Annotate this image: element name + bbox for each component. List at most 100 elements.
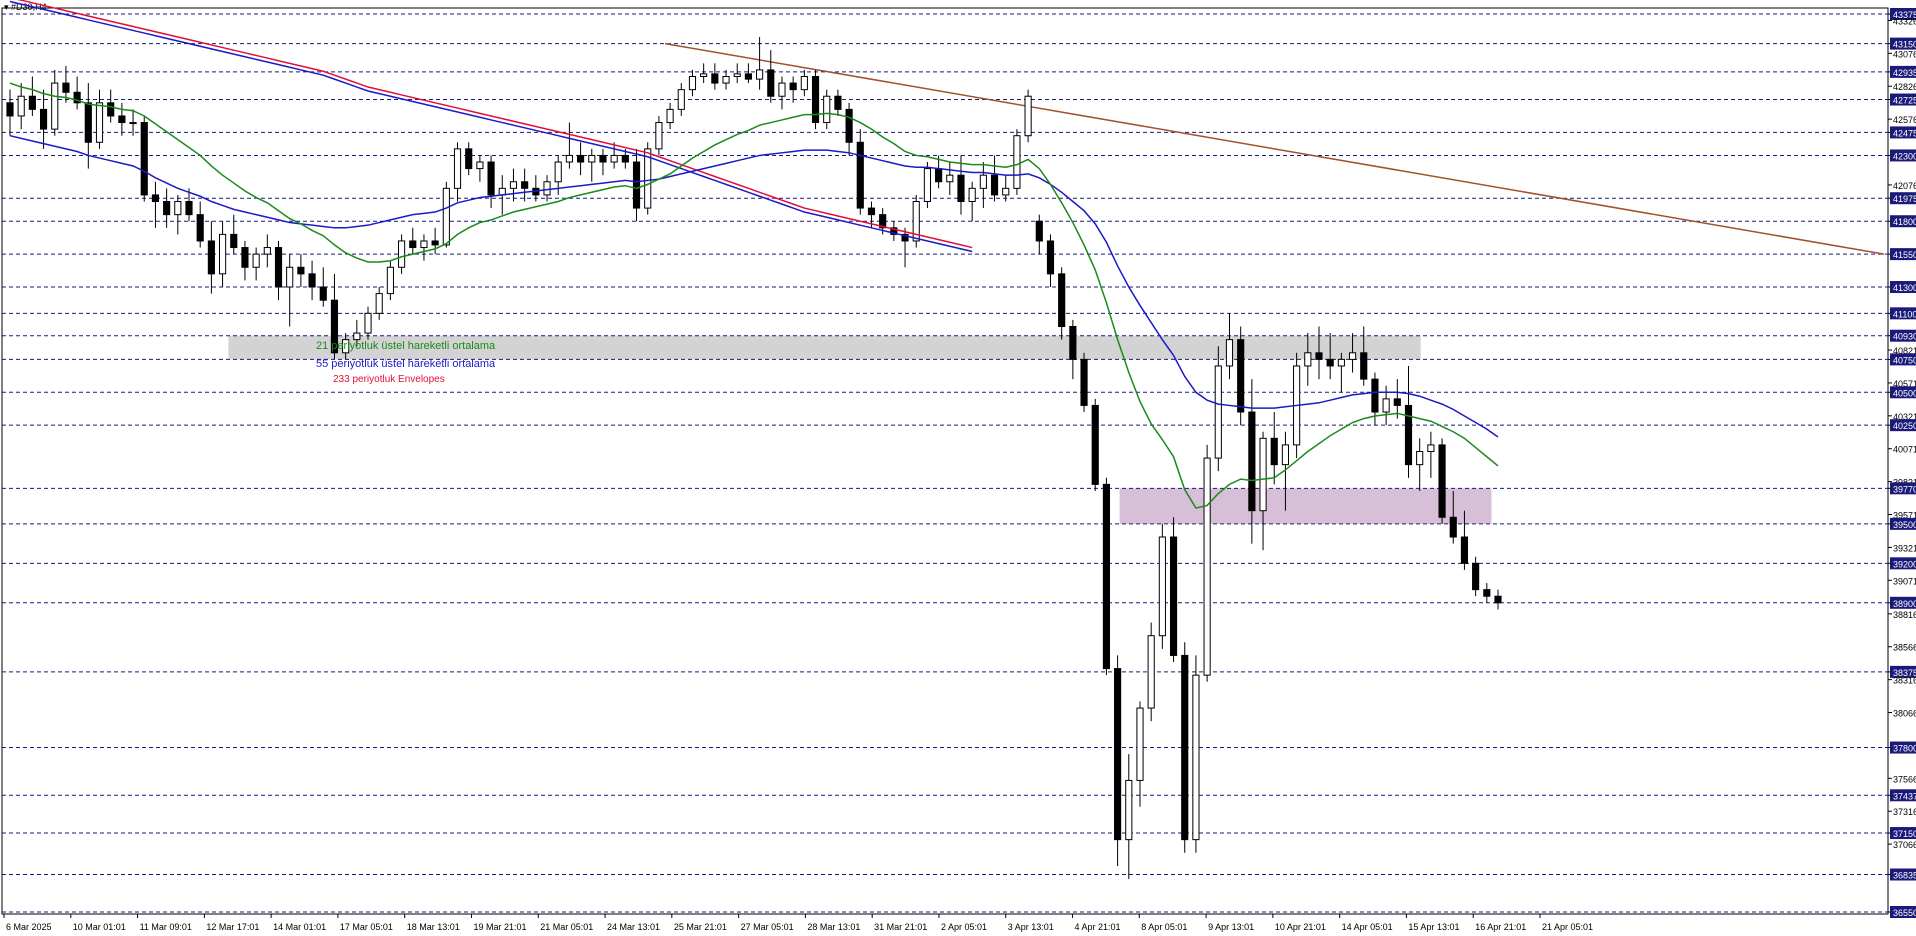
y-tick-label: 40750: [1893, 355, 1916, 365]
candle-bear: [1472, 562, 1480, 591]
candle-bull: [1013, 135, 1021, 189]
candle-bear: [1080, 358, 1088, 406]
candle-bear: [1449, 516, 1457, 538]
candle-bear: [789, 82, 797, 91]
candle-bull: [1147, 635, 1155, 709]
x-tick-label: 4 Apr 21:01: [1075, 922, 1121, 932]
candle-bear: [1058, 273, 1066, 327]
y-tick-label: 39500: [1893, 520, 1916, 530]
candle-bear: [1494, 595, 1502, 604]
x-tick-label: 10 Mar 01:01: [73, 922, 126, 932]
y-tick-label: 43150: [1893, 40, 1916, 50]
candle-bull: [1416, 450, 1424, 466]
candle-bull: [1002, 187, 1010, 196]
candle-bear: [465, 148, 473, 170]
x-tick-label: 6 Mar 2025: [6, 922, 52, 932]
x-tick-label: 27 Mar 05:01: [741, 922, 794, 932]
y-tick-label: 38566: [1893, 643, 1916, 653]
candle-bull: [1225, 339, 1234, 367]
candle-bull: [1382, 398, 1390, 413]
support-zone-pink: [1119, 488, 1492, 524]
x-tick-label: 8 Apr 05:01: [1141, 922, 1187, 932]
candle-bear: [1371, 378, 1379, 413]
y-tick-label: 40250: [1893, 421, 1916, 431]
y-tick-label: 39321: [1893, 543, 1916, 553]
candle-bull: [1158, 536, 1166, 637]
y-tick-label: 42935: [1893, 68, 1916, 78]
candle-bear: [431, 240, 439, 246]
x-tick-label: 16 Apr 21:01: [1475, 922, 1526, 932]
candle-bear: [62, 82, 70, 93]
candle-bear: [1315, 352, 1323, 360]
candle-bull: [174, 200, 182, 216]
candle-bull: [800, 75, 808, 91]
candle-bull: [252, 253, 260, 268]
y-tick-label: 36550: [1893, 908, 1916, 918]
candle-bear: [487, 161, 495, 196]
candle-bear: [599, 154, 607, 163]
y-tick-label: 37566: [1893, 774, 1916, 784]
candle-bear: [274, 247, 283, 288]
candle-bull: [286, 266, 294, 288]
candle-bull: [95, 102, 104, 143]
candle-bear: [811, 75, 820, 124]
y-tick-label: 41100: [1893, 309, 1916, 319]
y-tick-label: 38816: [1893, 610, 1916, 620]
candle-bull: [1348, 352, 1357, 360]
y-tick-label: 38066: [1893, 709, 1916, 719]
candle-bear: [577, 154, 585, 163]
candle-bear: [1181, 654, 1189, 841]
candle-bear: [151, 194, 160, 202]
candle-bear: [84, 102, 92, 143]
candle-bear: [230, 233, 238, 249]
candle-bull: [1192, 674, 1200, 841]
candle-bear: [521, 181, 529, 189]
candle-bull: [968, 187, 976, 202]
candle-bear: [185, 200, 193, 216]
candle-bear: [163, 200, 171, 216]
x-tick-label: 28 Mar 13:01: [807, 922, 860, 932]
candle-bear: [1102, 483, 1110, 670]
x-tick-label: 2 Apr 05:01: [941, 922, 987, 932]
candle-bear: [409, 240, 417, 249]
y-tick-label: 43326: [1893, 16, 1916, 26]
chart-canvas[interactable]: 4337543326431504307642935428264272542576…: [0, 0, 1916, 936]
candle-bull: [923, 168, 931, 202]
candle-bear: [140, 122, 148, 196]
candle-bull: [1337, 358, 1345, 367]
x-tick-label: 10 Apr 21:01: [1275, 922, 1326, 932]
candle-bull: [823, 95, 831, 124]
candle-bull: [420, 240, 428, 249]
candle-bear: [935, 168, 943, 183]
y-tick-label: 40071: [1893, 445, 1916, 455]
y-tick-label: 42725: [1893, 96, 1916, 106]
candle-bull: [756, 69, 764, 80]
candle-bear: [632, 161, 641, 209]
y-tick-label: 37150: [1893, 829, 1916, 839]
y-tick-label: 39071: [1893, 576, 1916, 586]
candle-bull: [476, 161, 484, 170]
candle-bull: [263, 247, 271, 255]
candles: [6, 37, 1502, 880]
candle-bear: [1460, 536, 1469, 564]
y-tick-label: 39200: [1893, 559, 1916, 569]
candle-bull: [353, 332, 361, 341]
candle-bull: [543, 181, 551, 196]
candle-bull: [1259, 437, 1267, 512]
candle-bull: [946, 174, 954, 183]
candle-bear: [1404, 404, 1413, 466]
x-tick-label: 15 Apr 13:01: [1408, 922, 1459, 932]
candle-bear: [1438, 444, 1446, 518]
y-tick-label: 39770: [1893, 484, 1916, 494]
candle-bull: [733, 73, 741, 77]
y-tick-label: 41300: [1893, 283, 1916, 293]
candle-bull: [453, 148, 462, 189]
candle-bull: [700, 73, 708, 77]
level-lines: [2, 13, 1888, 913]
candle-bear: [867, 207, 876, 216]
candle-bull: [1136, 707, 1144, 781]
candle-bull: [509, 181, 518, 189]
candle-bull: [218, 233, 227, 275]
candle-bull: [364, 312, 372, 334]
candle-bull: [666, 108, 674, 124]
